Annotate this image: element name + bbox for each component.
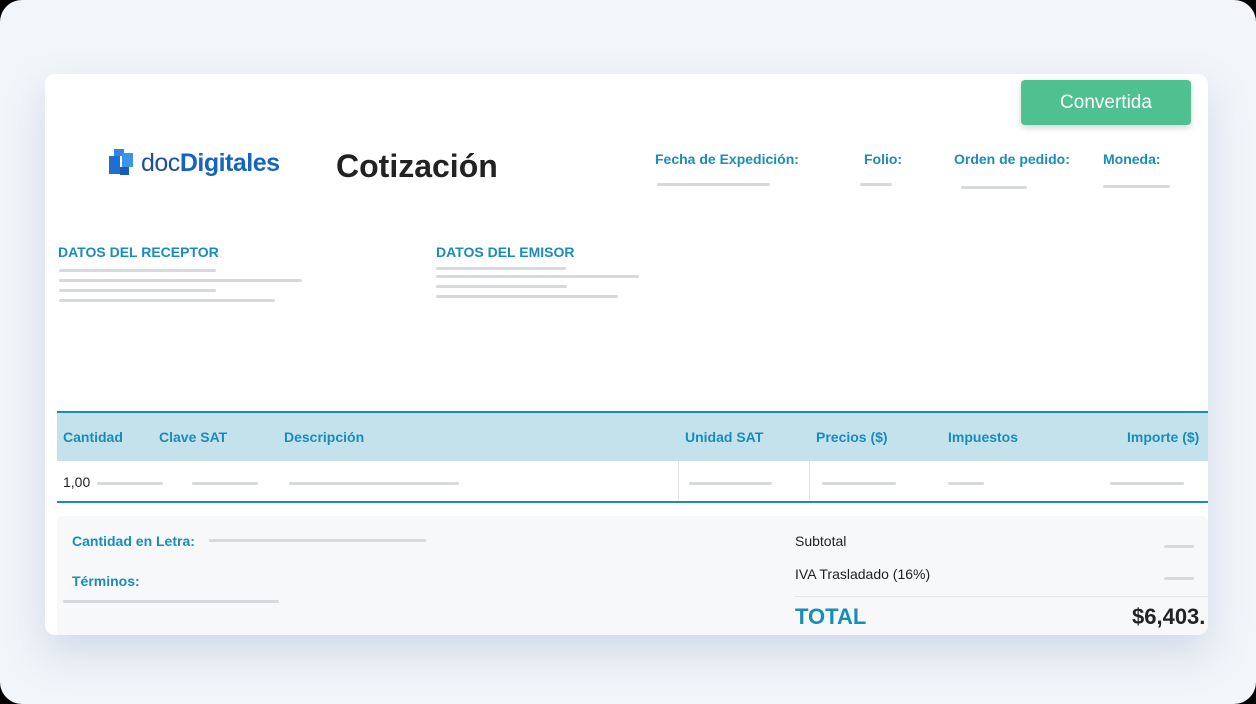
totals-footer: Cantidad en Letra: Términos: Subtotal IV…: [57, 516, 1208, 635]
receiver-section-title: DATOS DEL RECEPTOR: [58, 244, 219, 260]
column-divider: [809, 461, 810, 501]
column-divider: [678, 461, 679, 501]
brand-prefix: doc: [141, 148, 180, 177]
issuer-section-title: DATOS DEL EMISOR: [436, 244, 575, 260]
price-placeholder: [822, 482, 896, 485]
issue-date-label: Fecha de Expedición:: [655, 151, 799, 167]
page-title: Cotización: [336, 148, 498, 184]
screen-frame: Convertida docDigitales Cotización Fecha…: [0, 0, 1256, 704]
column-header-unidad-sat: Unidad SAT: [685, 429, 764, 445]
convertida-status-button[interactable]: Convertida: [1021, 80, 1191, 125]
tax-value: [1164, 577, 1194, 580]
quote-document: Convertida docDigitales Cotización Fecha…: [45, 74, 1208, 635]
issuer-line: [436, 285, 567, 288]
terms-label: Términos:: [72, 573, 140, 589]
brand-logo: docDigitales: [109, 148, 280, 178]
brand-name: docDigitales: [141, 149, 280, 178]
receiver-line: [59, 269, 216, 272]
amount-in-words-label: Cantidad en Letra:: [72, 533, 195, 549]
amount-in-words-value: [209, 539, 426, 542]
total-value: $6,403.: [1132, 604, 1206, 629]
folio-label: Folio:: [864, 151, 903, 167]
totals-divider: [795, 596, 1208, 597]
subtotal-value: [1164, 545, 1194, 548]
column-header-descripcion: Descripción: [284, 429, 365, 445]
column-header-impuestos: Impuestos: [948, 429, 1019, 445]
currency-value: [1103, 185, 1170, 188]
folio-value: [860, 183, 892, 186]
order-value: [961, 186, 1027, 189]
column-header-clave-sat: Clave SAT: [159, 429, 228, 445]
receiver-line: [59, 279, 302, 282]
receiver-line: [59, 289, 216, 292]
tax-label: IVA Trasladado (16%): [795, 566, 931, 582]
unidad-sat-placeholder: [689, 482, 772, 485]
document-stack-logo-icon: [109, 149, 135, 177]
terms-value: [63, 600, 279, 603]
clave-sat-placeholder: [192, 482, 258, 485]
table-row: 1,00: [57, 461, 1208, 503]
total-label: TOTAL: [795, 604, 867, 629]
brand-bold: Digitales: [179, 148, 280, 177]
receiver-line: [59, 299, 275, 302]
column-header-precios: Precios ($): [816, 429, 888, 445]
quantity-unit-placeholder: [97, 482, 163, 485]
tax-placeholder: [948, 482, 984, 485]
column-header-importe: Importe ($): [1127, 429, 1200, 445]
column-header-cantidad: Cantidad: [63, 429, 123, 445]
description-placeholder: [289, 482, 459, 485]
amount-placeholder: [1110, 482, 1184, 485]
subtotal-label: Subtotal: [795, 533, 847, 549]
items-table-header: Cantidad Clave SAT Descripción Unidad SA…: [57, 411, 1208, 461]
issuer-line: [436, 295, 618, 298]
issuer-line: [436, 275, 639, 278]
issue-date-value: [657, 183, 770, 186]
quantity-cell: 1,00: [63, 474, 91, 490]
issuer-line: [436, 267, 566, 270]
order-label: Orden de pedido:: [954, 151, 1070, 167]
currency-label: Moneda:: [1103, 151, 1161, 167]
